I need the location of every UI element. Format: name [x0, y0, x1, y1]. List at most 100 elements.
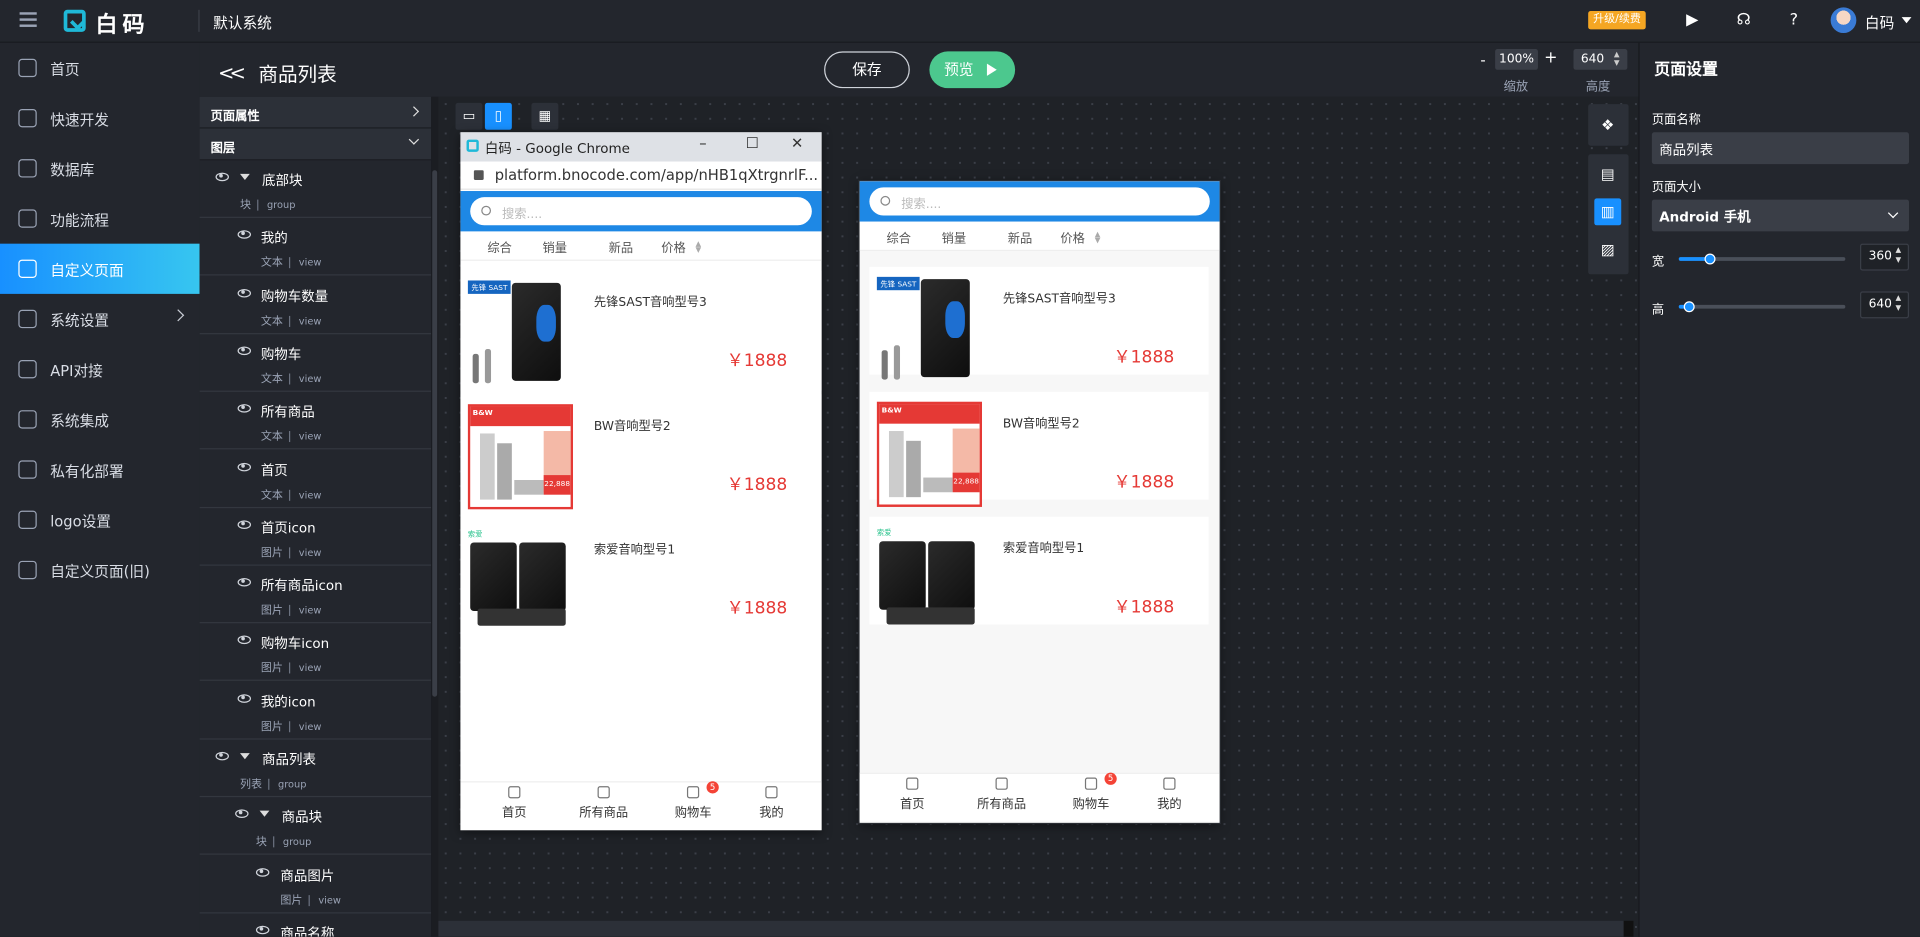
layer-item[interactable]: 商品列表 列表 group [199, 740, 433, 798]
sidebar-item-flow[interactable]: 功能流程 [0, 193, 200, 243]
sidebar-item-system-settings[interactable]: 系统设置 [0, 294, 200, 344]
layer-item[interactable]: 商品块块 group [199, 798, 433, 856]
product-card[interactable]: B&W 22,888 BW音响型号2 ￥1888 [460, 394, 822, 515]
layer-item[interactable]: 底部块块 group [199, 160, 433, 218]
save-button[interactable]: 保存 [824, 51, 910, 89]
eye-icon[interactable] [237, 578, 252, 587]
tab-home[interactable]: 首页 [502, 786, 527, 820]
product-card[interactable]: 先锋 SAST 先锋SAST音响型号3 ￥1888 [869, 266, 1209, 380]
tab-grid[interactable]: 所有商品 [977, 777, 1026, 812]
mobile-view-icon[interactable]: ▯ [484, 102, 512, 130]
sort-tab[interactable]: 销量 [542, 238, 566, 255]
product-card[interactable]: B&W 22,888 BW音响型号2 ￥1888 [869, 391, 1209, 507]
desktop-view-icon[interactable]: ▭ [455, 102, 483, 130]
sidebar-item-custom-page[interactable]: 自定义页面 [0, 243, 200, 294]
sidebar-item-custom-page-old[interactable]: 自定义页面(旧) [0, 545, 200, 595]
sidebar-item-api[interactable]: API对接 [0, 344, 200, 394]
tab-home[interactable]: 首页 [900, 777, 924, 812]
grid-toggle-icon[interactable]: ▦ [531, 102, 559, 130]
close-icon[interactable]: ✕ [791, 135, 803, 152]
eye-icon[interactable] [237, 288, 252, 298]
sort-tab[interactable]: 价格 [661, 238, 685, 255]
width-stepper-icon[interactable]: ▲ ▼ [1896, 246, 1902, 266]
product-card[interactable]: 先锋 SAST 先锋SAST音响型号3 ￥1888 [460, 270, 822, 391]
height-slider[interactable] [1678, 301, 1846, 313]
eye-icon[interactable] [237, 635, 252, 645]
layer-item[interactable]: 首页 文本 view [199, 450, 433, 508]
upgrade-button[interactable]: 升级/续费 [1588, 11, 1646, 30]
eye-icon[interactable] [237, 346, 252, 355]
sort-arrows-icon[interactable]: ▲ ▼ [1095, 231, 1101, 244]
layer-item[interactable]: 购物车 文本 view [199, 334, 433, 392]
avatar[interactable] [1830, 7, 1857, 34]
sidebar-item-logo[interactable]: logo设置 [0, 495, 200, 545]
chrome-address-bar[interactable]: platform.bnocode.com/app/nHB1qXtrgnrlF..… [460, 161, 822, 190]
components-icon[interactable]: ❖ [1594, 111, 1621, 138]
tab-user[interactable]: 我的 [1157, 777, 1182, 812]
menu-toggle-icon[interactable] [19, 12, 37, 29]
eye-icon[interactable] [237, 230, 252, 240]
zoom-value[interactable]: 100% [1495, 48, 1538, 70]
product-card[interactable]: 索爱 索爱音响型号1 ￥1888 [869, 516, 1209, 625]
layers-scrollbar[interactable] [431, 96, 439, 937]
eye-icon[interactable] [237, 462, 252, 471]
slider-handle[interactable] [1704, 253, 1716, 265]
user-menu-chevron-icon[interactable] [1901, 17, 1912, 24]
help-icon[interactable]: ? [1783, 10, 1805, 32]
image-icon[interactable]: ▨ [1594, 236, 1621, 263]
slider-handle[interactable] [1683, 301, 1695, 313]
product-card[interactable]: 索爱 索爱音响型号1 ￥1888 [460, 517, 822, 638]
sort-tab[interactable]: 销量 [942, 228, 966, 246]
sort-tab[interactable]: 价格 [1060, 228, 1084, 246]
play-circle-icon[interactable]: ▶ [1681, 10, 1703, 32]
system-name[interactable]: 默认系统 [213, 12, 272, 33]
maximize-icon[interactable]: ☐ [746, 135, 759, 152]
height-stepper-icon[interactable]: ▲ ▼ [1896, 294, 1902, 314]
sidebar-item-private-deploy[interactable]: 私有化部署 [0, 444, 200, 494]
sort-tab[interactable]: 新品 [1008, 228, 1032, 246]
layer-item[interactable]: 我的 文本 view [199, 218, 433, 276]
sort-tab[interactable]: 综合 [887, 228, 911, 246]
sidebar-item-integration[interactable]: 系统集成 [0, 394, 200, 444]
layers-header[interactable]: 图层 [199, 128, 433, 161]
search-input[interactable]: 搜索.... [869, 187, 1210, 216]
layer-item[interactable]: 购物车icon 图片 view [199, 624, 433, 682]
width-slider[interactable] [1678, 253, 1846, 265]
back-double-chevron-icon[interactable]: << [218, 61, 246, 84]
layer-item[interactable]: 商品名称文本view [200, 913, 433, 937]
page-properties-header[interactable]: 页面属性 [199, 96, 433, 129]
tab-cart[interactable]: 购物车 5 [675, 781, 719, 820]
page-name-input[interactable]: 商品列表 [1651, 132, 1909, 165]
tab-grid[interactable]: 所有商品 [579, 786, 628, 820]
eye-icon[interactable] [237, 520, 252, 529]
eye-icon[interactable] [255, 867, 270, 877]
phone-design-frame[interactable]: 搜索.... 综合 销量 新品 价格 ▲ ▼ 先锋 SAST 先锋SAST音响型号3 ￥1888 B… [859, 181, 1220, 823]
minimize-icon[interactable]: – [699, 135, 706, 152]
sort-arrows-icon[interactable]: ▲ ▼ [696, 241, 702, 254]
canvas-horizontal-scrollbar[interactable] [438, 920, 1624, 937]
eye-icon[interactable] [235, 809, 249, 819]
eye-icon[interactable] [255, 925, 270, 935]
layer-item[interactable]: 商品图片 图片 view [199, 855, 433, 913]
eye-icon[interactable] [215, 172, 229, 182]
page-size-select[interactable]: Android 手机 [1651, 199, 1909, 232]
layer-item[interactable]: 购物车数量 文本 view [199, 276, 433, 334]
support-headset-icon[interactable]: ☊ [1733, 10, 1755, 32]
expand-triangle-icon[interactable] [259, 810, 270, 818]
chrome-titlebar[interactable]: 白码 - Google Chrome – ☐ ✕ [460, 132, 822, 162]
sidebar-item-database[interactable]: 数据库 [0, 143, 200, 193]
sort-tab[interactable]: 新品 [609, 238, 633, 255]
canvas-vertical-scrollbar[interactable] [1623, 920, 1634, 937]
eye-icon[interactable] [237, 693, 252, 703]
clipboard-icon[interactable]: ▤ [1594, 160, 1621, 187]
zoom-in-button[interactable]: + [1544, 49, 1557, 67]
tab-cart[interactable]: 购物车 5 [1073, 772, 1117, 812]
user-name[interactable]: 白码 [1865, 12, 1894, 33]
eye-icon[interactable] [237, 404, 252, 413]
layout-icon[interactable]: ▥ [1594, 198, 1622, 226]
search-input[interactable]: 搜索.... [470, 197, 812, 226]
eye-icon[interactable] [215, 751, 229, 761]
layer-item[interactable]: 首页icon 图片 view [199, 508, 433, 566]
layer-item[interactable]: 所有商品icon 图片 view [199, 566, 433, 624]
preview-button[interactable]: 预览 [929, 51, 1016, 89]
